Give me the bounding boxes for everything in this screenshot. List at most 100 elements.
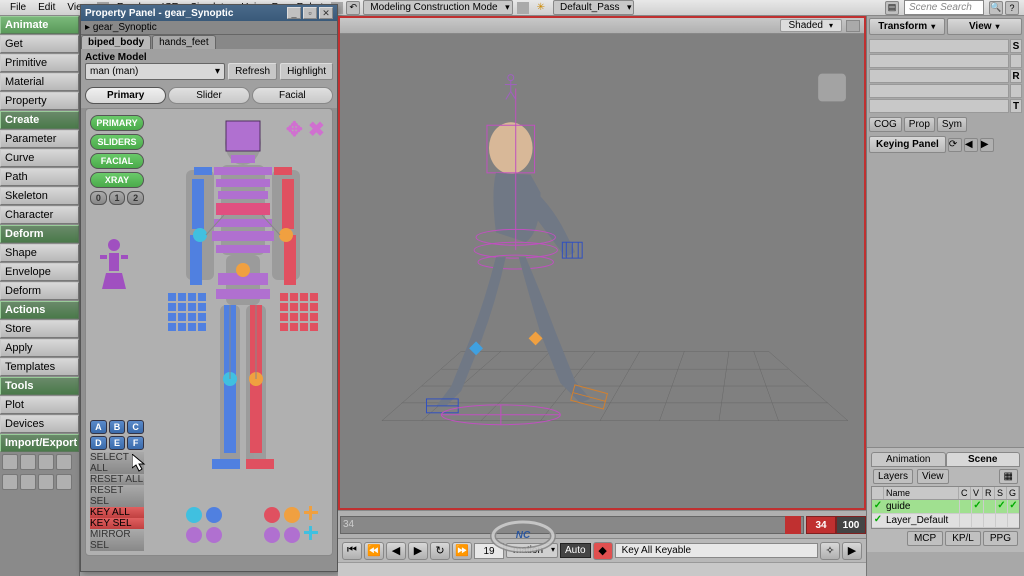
timeline-cursor[interactable]	[785, 516, 801, 534]
btn-material[interactable]: Material	[0, 73, 79, 91]
btn-devices[interactable]: Devices	[0, 415, 79, 433]
col-v[interactable]: V	[971, 487, 983, 499]
col-s[interactable]: S	[995, 487, 1007, 499]
col-g[interactable]: G	[1007, 487, 1019, 499]
view-dropdown[interactable]: View	[947, 18, 1023, 35]
primary-mode-button[interactable]: PRIMARY	[90, 115, 144, 131]
timeline-ruler[interactable]: 34	[340, 516, 804, 534]
col-r[interactable]: R	[983, 487, 995, 499]
help-icon[interactable]: ?	[1005, 1, 1019, 15]
tool-icon[interactable]	[20, 474, 36, 490]
mcp-button[interactable]: MCP	[907, 531, 943, 546]
tool-icon[interactable]	[56, 454, 72, 470]
vis-check-icon[interactable]: ✓	[872, 500, 884, 513]
panel-titlebar[interactable]: Property Panel - gear_Synoptic _ ▫ ✕	[81, 5, 337, 21]
breadcrumb[interactable]: gear_Synoptic	[81, 21, 337, 35]
mini-figure-icon[interactable]	[96, 237, 132, 297]
script-icon[interactable]: ▤	[885, 1, 899, 15]
viewport-canvas[interactable]	[340, 34, 864, 508]
cat-create[interactable]: Create	[0, 111, 79, 129]
refresh-button[interactable]: Refresh	[228, 63, 277, 80]
tab-scene[interactable]: Scene	[946, 452, 1021, 467]
btn-templates[interactable]: Templates	[0, 358, 79, 376]
sel-e-button[interactable]: E	[109, 436, 126, 450]
tool-icon[interactable]	[38, 454, 54, 470]
btn-path[interactable]: Path	[0, 168, 79, 186]
keymode-field[interactable]: Key All Keyable	[615, 543, 818, 558]
page-facial[interactable]: Facial	[252, 87, 333, 104]
search-go-icon[interactable]: 🔍	[989, 1, 1003, 15]
btn-deform-btn[interactable]: Deform	[0, 282, 79, 300]
timeline[interactable]: 34 34 100	[338, 510, 866, 538]
btn-character[interactable]: Character	[0, 206, 79, 224]
layer-row-default[interactable]: ✓ Layer_Default	[872, 514, 1019, 528]
space-2-button[interactable]: 2	[127, 191, 144, 205]
construction-mode-dropdown[interactable]: Modeling Construction Mode	[363, 0, 512, 15]
cat-animate[interactable]: Animate	[0, 16, 79, 34]
loop-button[interactable]: ↻	[430, 542, 450, 560]
tab-biped-body[interactable]: biped_body	[81, 35, 151, 49]
keying-prev-icon[interactable]: ◀	[964, 138, 978, 152]
scale-z-field[interactable]	[869, 69, 1009, 83]
history-icon[interactable]: ↶	[346, 1, 360, 15]
btn-shape[interactable]: Shape	[0, 244, 79, 262]
active-model-dropdown[interactable]: man (man)	[85, 63, 225, 80]
autokey-toggle[interactable]: Auto	[560, 543, 591, 558]
restore-icon[interactable]: ▫	[303, 7, 317, 19]
scale-x-field[interactable]	[869, 39, 1009, 53]
key-marker-icon[interactable]: ◆	[593, 542, 613, 560]
keying-next-icon[interactable]: ▶	[980, 138, 994, 152]
btn-curve[interactable]: Curve	[0, 149, 79, 167]
viewport[interactable]: Shaded	[338, 16, 866, 510]
tool-icon[interactable]	[20, 454, 36, 470]
page-slider[interactable]: Slider	[168, 87, 249, 104]
pass-dropdown[interactable]: Default_Pass	[553, 0, 634, 15]
cat-actions[interactable]: Actions	[0, 301, 79, 319]
tool-icon[interactable]	[2, 454, 18, 470]
highlight-button[interactable]: Highlight	[280, 63, 333, 80]
menu-file[interactable]: File	[4, 2, 32, 13]
next-frame-button[interactable]: ⏩	[452, 542, 472, 560]
keying-icon-1[interactable]: ⟳	[948, 138, 962, 152]
end-frame-display[interactable]: 100	[836, 516, 866, 534]
frame-input[interactable]: 19	[474, 543, 504, 559]
col-c[interactable]: C	[959, 487, 971, 499]
anim-mode-dropdown[interactable]: mation	[506, 543, 558, 558]
play-button[interactable]: ▶	[408, 542, 428, 560]
btn-skeleton[interactable]: Skeleton	[0, 187, 79, 205]
key-all-button[interactable]: KEY ALL	[90, 507, 144, 518]
close-icon[interactable]: ✕	[319, 7, 333, 19]
transform-dropdown[interactable]: Transform	[869, 18, 945, 35]
btn-plot[interactable]: Plot	[0, 396, 79, 414]
rot-x-field[interactable]	[869, 84, 1009, 98]
goto-start-button[interactable]: ⏮	[342, 542, 362, 560]
tab-animation[interactable]: Animation	[871, 452, 946, 467]
sliders-mode-button[interactable]: SLIDERS	[90, 134, 144, 150]
btn-parameter[interactable]: Parameter	[0, 130, 79, 148]
facial-mode-button[interactable]: FACIAL	[90, 153, 144, 169]
keying-panel-button[interactable]: Keying Panel	[869, 136, 946, 153]
wand-icon[interactable]: ✧	[820, 542, 840, 560]
sym-button[interactable]: Sym	[937, 117, 967, 132]
prev-frame-button[interactable]: ◀	[386, 542, 406, 560]
rot-y-field[interactable]	[869, 99, 1009, 113]
tab-hands-feet[interactable]: hands_feet	[152, 35, 216, 49]
reset-all-button[interactable]: RESET ALL	[90, 474, 144, 485]
btn-property[interactable]: Property	[0, 92, 79, 110]
sel-c-button[interactable]: C	[127, 420, 144, 434]
vis-check-icon[interactable]: ✓	[872, 514, 884, 527]
ppg-button[interactable]: PPG	[983, 531, 1018, 546]
tool-icon[interactable]	[56, 474, 72, 490]
btn-envelope[interactable]: Envelope	[0, 263, 79, 281]
layers-dropdown[interactable]: Layers	[873, 469, 913, 484]
btn-get[interactable]: Get	[0, 35, 79, 53]
space-0-button[interactable]: 0	[90, 191, 107, 205]
kpl-button[interactable]: KP/L	[945, 531, 981, 546]
sel-f-button[interactable]: F	[127, 436, 144, 450]
btn-store[interactable]: Store	[0, 320, 79, 338]
sel-d-button[interactable]: D	[90, 436, 107, 450]
tool-icon[interactable]	[38, 474, 54, 490]
xray-mode-button[interactable]: XRAY	[90, 172, 144, 188]
minimize-icon[interactable]: _	[287, 7, 301, 19]
scale-y-field[interactable]	[869, 54, 1009, 68]
